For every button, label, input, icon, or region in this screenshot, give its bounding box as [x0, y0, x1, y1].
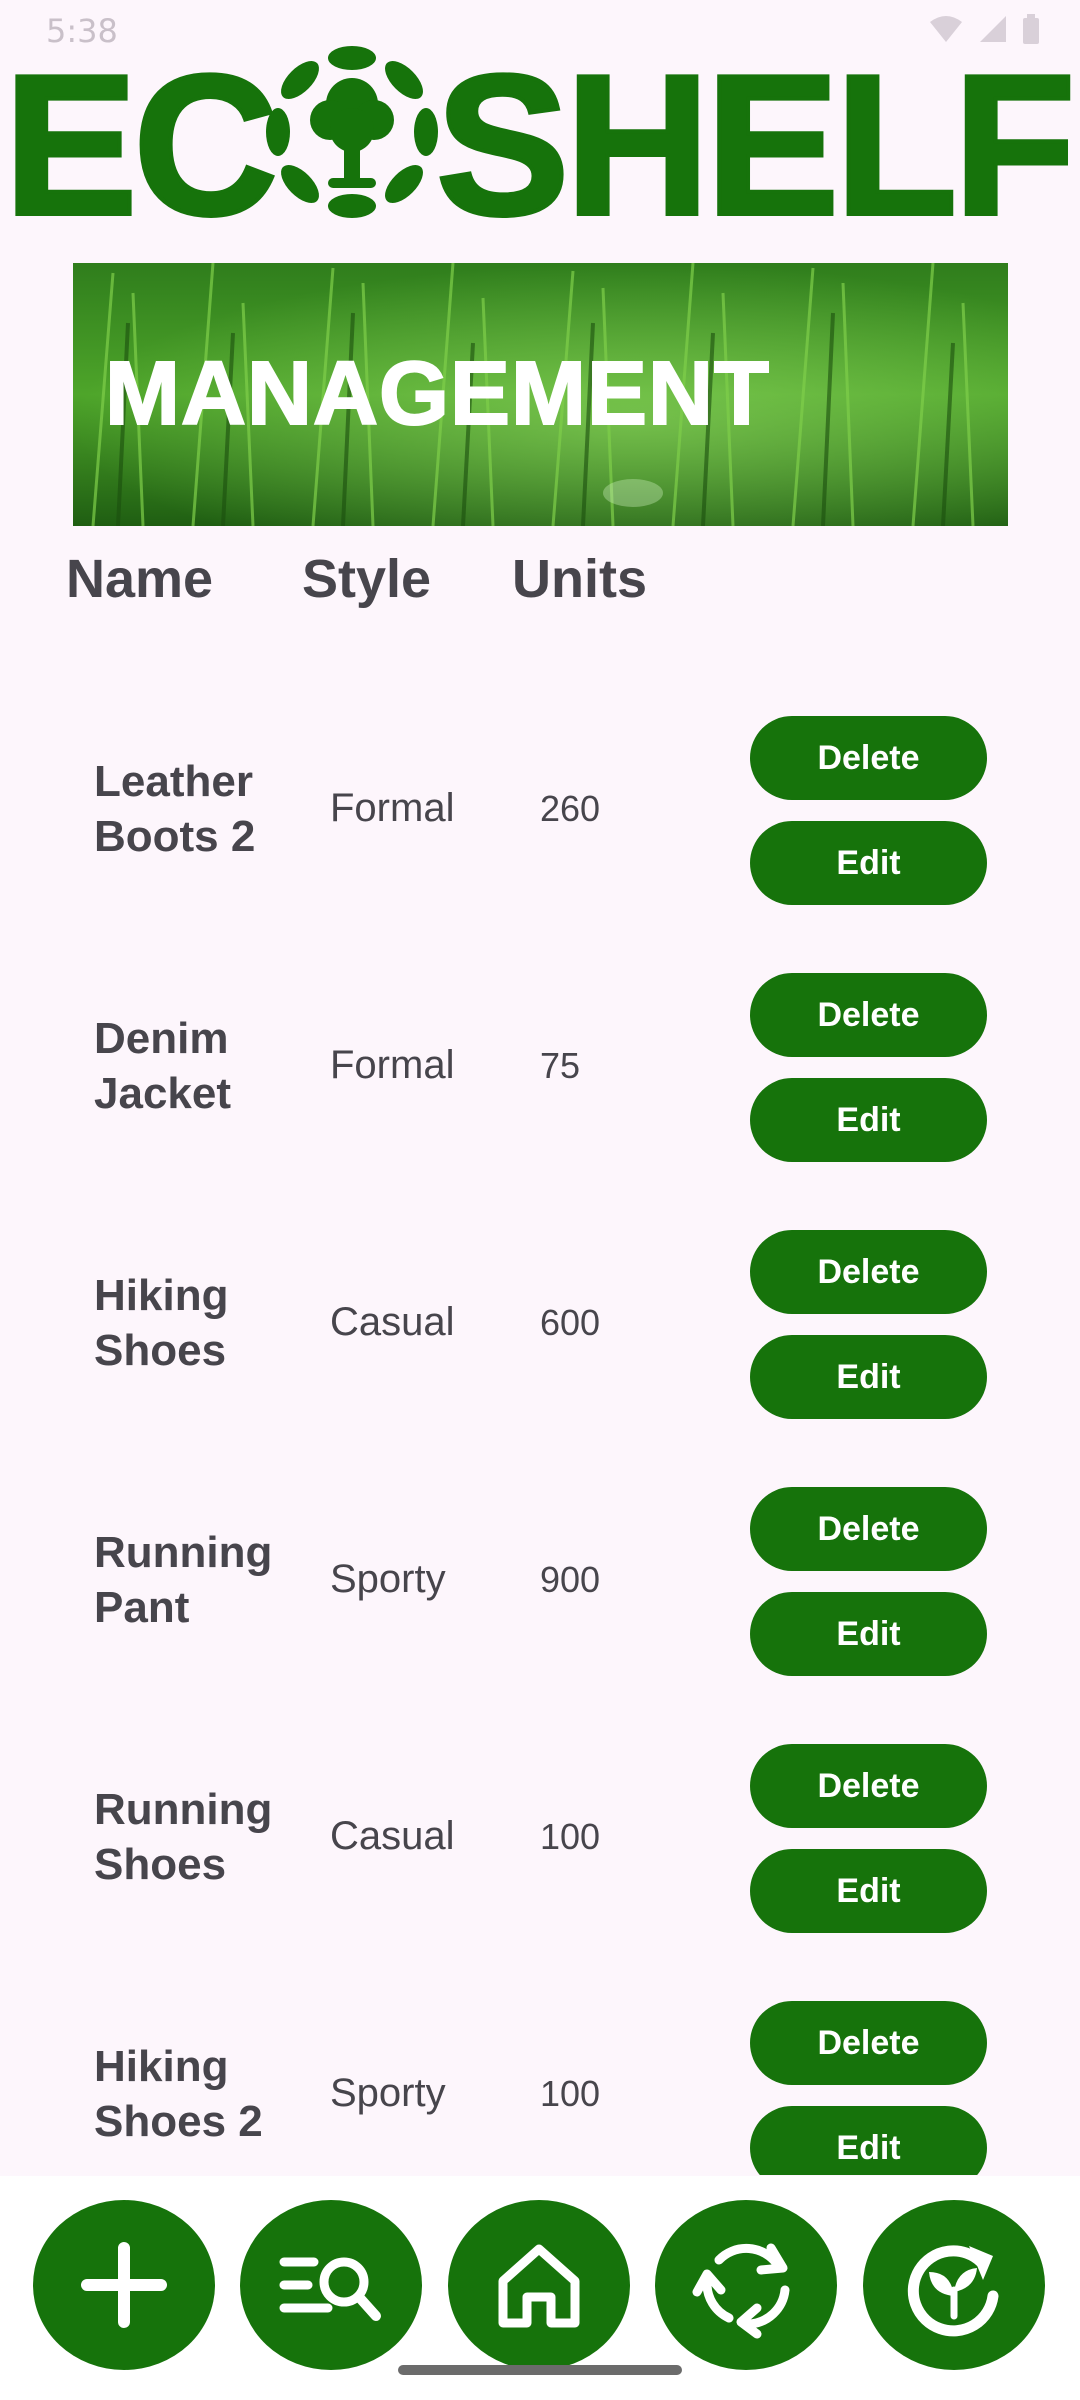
delete-button[interactable]: Delete: [750, 973, 987, 1057]
product-row: Running Shoes Casual 100 Delete Edit: [0, 1708, 1080, 1965]
delete-button[interactable]: Delete: [750, 1230, 987, 1314]
product-units: 900: [540, 1558, 601, 1600]
delete-button[interactable]: Delete: [750, 716, 987, 800]
product-name: Running Shoes: [94, 1784, 273, 1889]
product-style: Sporty: [330, 1557, 446, 1601]
column-header-units: Units: [512, 549, 647, 609]
list-search-icon: [279, 2257, 381, 2321]
product-style: Casual: [330, 1300, 455, 1344]
product-units: 600: [540, 1301, 601, 1343]
product-units: 100: [540, 2072, 601, 2114]
logo-text-ec: EC: [2, 34, 280, 257]
edit-button[interactable]: Edit: [750, 821, 987, 905]
product-name: Denim Jacket: [94, 1013, 232, 1118]
edit-button[interactable]: Edit: [750, 1849, 987, 1933]
product-row: Denim Jacket Formal 75 Delete Edit: [0, 937, 1080, 1194]
recycle-button[interactable]: [863, 2200, 1045, 2370]
app-logo: EC SHELF: [0, 40, 1080, 248]
plus-icon: [81, 2242, 167, 2328]
logo-text-shelf: SHELF: [434, 34, 1078, 257]
product-list[interactable]: Leather Boots 2 Formal 260 Delete Edit D…: [0, 680, 1080, 2175]
product-units: 100: [540, 1815, 601, 1857]
product-style: Formal: [330, 1043, 455, 1087]
product-row: Running Pant Sporty 900 Delete Edit: [0, 1451, 1080, 1708]
product-row: Hiking Shoes Casual 600 Delete Edit: [0, 1194, 1080, 1451]
product-name: Hiking Shoes 2: [94, 2041, 263, 2146]
product-units: 75: [540, 1044, 581, 1086]
product-style: Sporty: [330, 2071, 446, 2115]
edit-button[interactable]: Edit: [750, 1078, 987, 1162]
product-style: Formal: [330, 786, 455, 830]
product-style: Casual: [330, 1814, 455, 1858]
recycle-leaf-icon: [907, 2245, 999, 2337]
edit-button[interactable]: Edit: [750, 2106, 987, 2175]
add-product-button[interactable]: [33, 2200, 215, 2370]
product-name: Leather Boots 2: [94, 756, 256, 861]
column-header-style: Style: [302, 549, 432, 609]
delete-button[interactable]: Delete: [750, 1487, 987, 1571]
tree-leaf-ring-icon: [266, 46, 438, 218]
product-units: 260: [540, 787, 601, 829]
screen: 5:38 EC SHELF MANAGEMENT Name Style Unit…: [0, 0, 1080, 2400]
product-row: Leather Boots 2 Formal 260 Delete Edit: [0, 680, 1080, 937]
edit-button[interactable]: Edit: [750, 1592, 987, 1676]
home-icon: [498, 2244, 580, 2328]
banner-title: MANAGEMENT: [104, 343, 770, 445]
product-row: Hiking Shoes 2 Sporty 100 Delete Edit: [0, 1965, 1080, 2175]
product-name: Hiking Shoes: [94, 1270, 229, 1375]
refresh-button[interactable]: [655, 2200, 837, 2370]
refresh-arrows-icon: [692, 2243, 790, 2339]
product-name: Running Pant: [94, 1527, 273, 1632]
home-button[interactable]: [448, 2200, 630, 2370]
edit-button[interactable]: Edit: [750, 1335, 987, 1419]
gesture-home-indicator[interactable]: [398, 2365, 682, 2375]
delete-button[interactable]: Delete: [750, 2001, 987, 2085]
management-banner: MANAGEMENT: [73, 263, 1008, 526]
search-list-button[interactable]: [240, 2200, 422, 2370]
column-header-name: Name: [66, 549, 214, 609]
delete-button[interactable]: Delete: [750, 1744, 987, 1828]
